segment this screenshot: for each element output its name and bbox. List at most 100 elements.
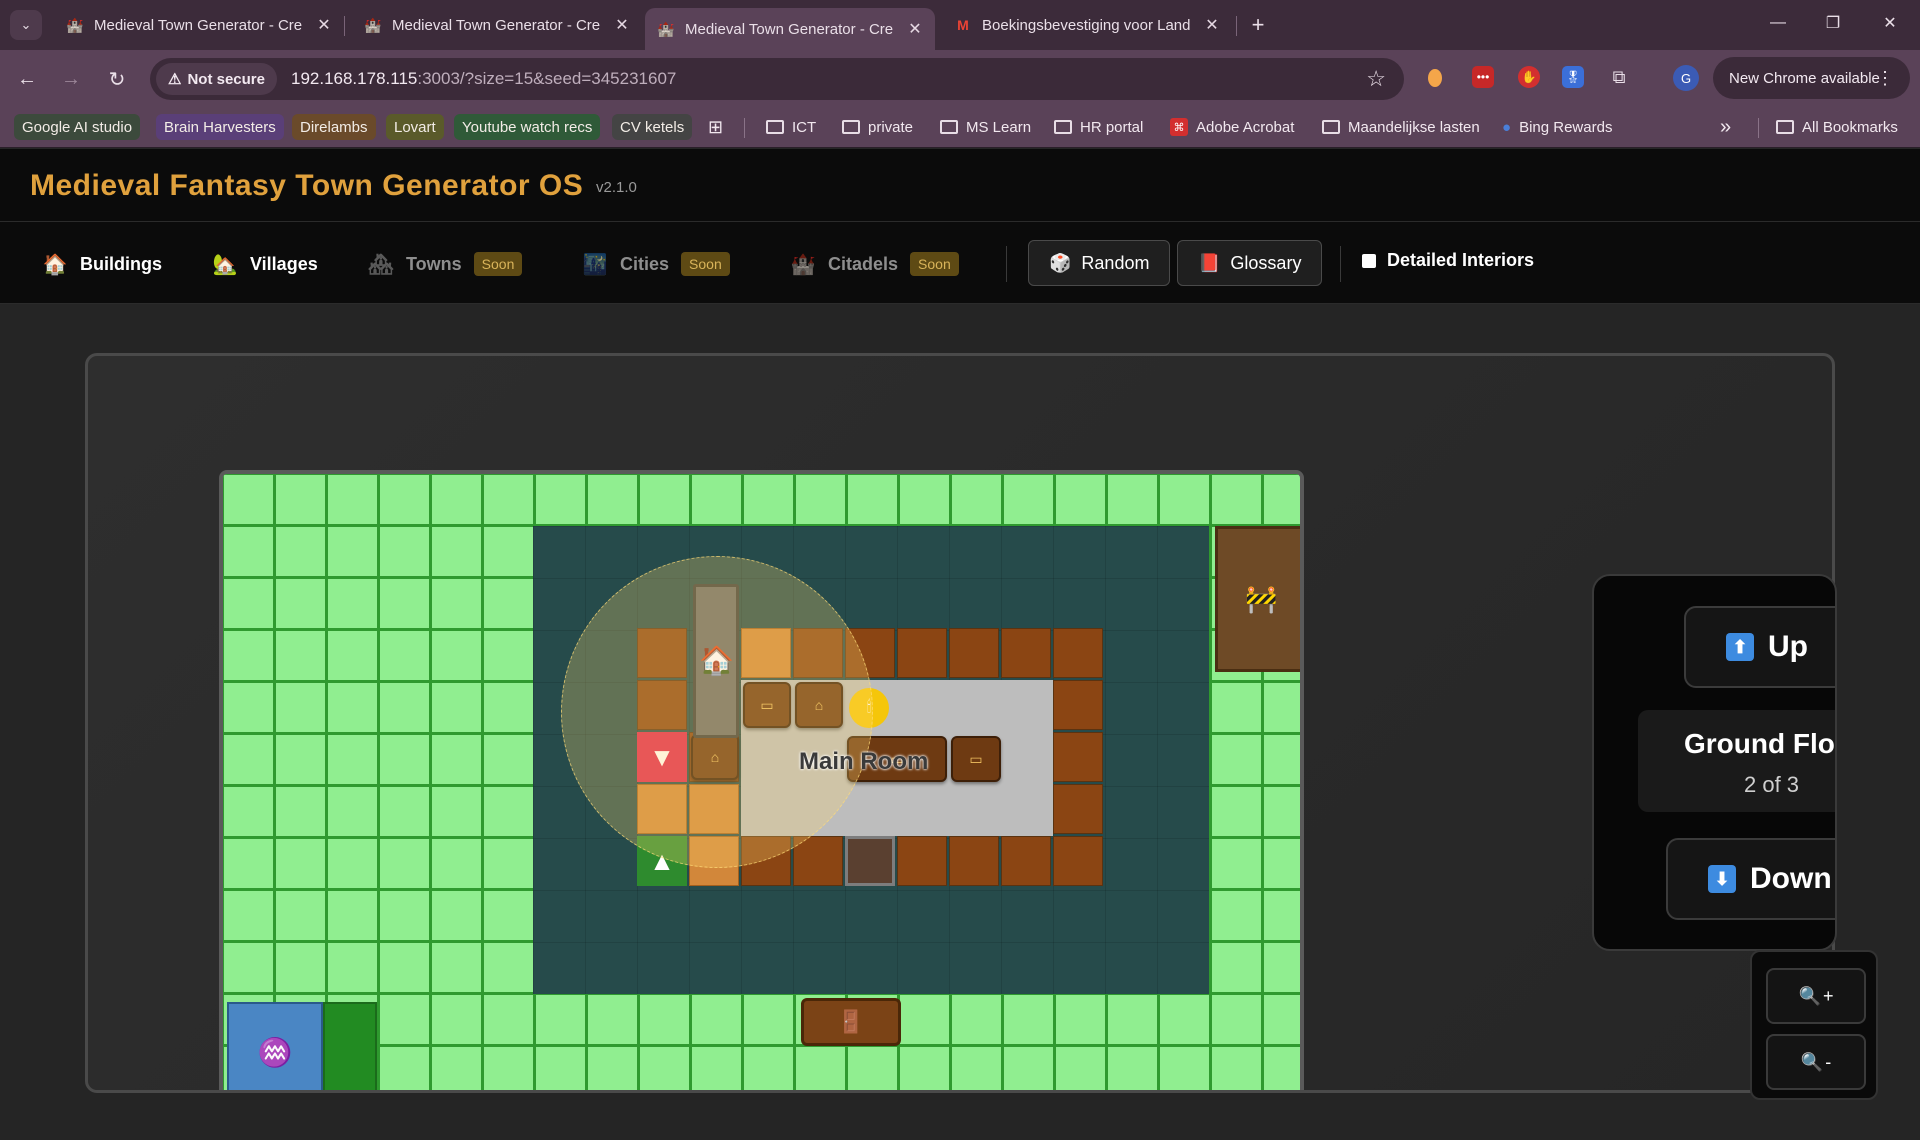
extensions-puzzle-icon[interactable]: ⧉ xyxy=(1608,66,1630,88)
nav-buildings[interactable]: 🏠 Buildings xyxy=(42,250,162,278)
new-chrome-available-button[interactable]: New Chrome available ⋮ xyxy=(1713,57,1910,99)
front-door[interactable]: 🚪 xyxy=(801,998,901,1046)
kebab-menu-icon[interactable]: ⋮ xyxy=(1876,68,1894,89)
reload-icon[interactable]: ↻ xyxy=(102,64,132,94)
detailed-interiors-checkbox[interactable] xyxy=(1362,254,1376,268)
bookmark-folder-maandelijkse-lasten[interactable]: Maandelijkse lasten xyxy=(1322,114,1480,140)
zoom-controls: 🔍 + 🔍 - xyxy=(1750,950,1878,1100)
browser-tab-3-active[interactable]: 🏰 Medieval Town Generator - Cre ✕ xyxy=(645,8,935,50)
up-arrow-icon: ⬆ xyxy=(1726,633,1754,661)
current-floor-info: Ground Flo 2 of 3 xyxy=(1638,710,1835,812)
nav-villages[interactable]: 🏡 Villages xyxy=(212,250,318,278)
detailed-interiors-label[interactable]: Detailed Interiors xyxy=(1387,250,1534,271)
floor-down-label: Down xyxy=(1750,862,1832,895)
close-window-icon[interactable]: ✕ xyxy=(1870,8,1910,38)
floor-name: Ground Flo xyxy=(1684,728,1835,759)
bookmark-folder-private[interactable]: private xyxy=(842,114,913,140)
zoom-out-button[interactable]: 🔍 - xyxy=(1766,1034,1866,1090)
house-icon: 🏠 xyxy=(42,253,68,276)
bookmark-direlambs[interactable]: Direlambs xyxy=(292,114,376,140)
apps-grid-icon[interactable]: ⊞ xyxy=(708,114,723,140)
close-tab-icon[interactable]: ✕ xyxy=(905,19,925,39)
garden-patch xyxy=(323,1002,377,1090)
tab-title: Medieval Town Generator - Cre xyxy=(685,20,894,38)
url-text[interactable]: 192.168.178.115:3003/?size=15&seed=34523… xyxy=(291,69,676,89)
pdf-icon: ⌘ xyxy=(1170,118,1188,136)
profile-avatar[interactable]: G xyxy=(1673,65,1699,91)
wall-tile xyxy=(1053,680,1103,730)
bookmark-cv-ketels[interactable]: CV ketels xyxy=(612,114,693,140)
bookmark-label: Maandelijkse lasten xyxy=(1348,118,1480,136)
more-bookmarks-chevron-icon[interactable]: » xyxy=(1720,114,1731,140)
random-label: Random xyxy=(1081,252,1150,273)
browser-tab-2[interactable]: 🏰 Medieval Town Generator - Cre ✕ xyxy=(352,8,642,42)
bookmark-star-icon[interactable]: ☆ xyxy=(1366,66,1386,92)
browser-tabstrip: ⌄ 🏰 Medieval Town Generator - Cre ✕ 🏰 Me… xyxy=(0,0,1920,50)
bookmark-folder-ms-learn[interactable]: MS Learn xyxy=(940,114,1031,140)
all-bookmarks-folder[interactable]: All Bookmarks xyxy=(1776,114,1898,140)
app-title: Medieval Fantasy Town Generator OS xyxy=(30,169,584,202)
floor-down-button[interactable]: ⬇ Down xyxy=(1666,838,1835,920)
nav-cities[interactable]: 🌃 Cities Soon xyxy=(582,250,730,278)
tab-search-button[interactable]: ⌄ xyxy=(10,10,42,40)
browser-tab-1[interactable]: 🏰 Medieval Town Generator - Cre ✕ xyxy=(54,8,344,42)
extension-orange-icon[interactable] xyxy=(1428,69,1442,87)
bookmark-folder-hr-portal[interactable]: HR portal xyxy=(1054,114,1143,140)
bookmark-lovart[interactable]: Lovart xyxy=(386,114,444,140)
wall-tile xyxy=(897,628,947,678)
glossary-button[interactable]: 📕 Glossary xyxy=(1177,240,1323,286)
nav-citadels[interactable]: 🏰 Citadels Soon xyxy=(790,250,959,278)
close-tab-icon[interactable]: ✕ xyxy=(314,15,334,35)
search-icon: ● xyxy=(1502,118,1512,136)
magnifier-icon: 🔍 xyxy=(1798,985,1821,1006)
book-icon: 📕 xyxy=(1198,252,1221,273)
building-map[interactable]: ▭ ⌂ ⌂ ▭ ▭ ▼ ▲ 🕯 🏠 Main Room 🚧 🚪 ♒ xyxy=(219,470,1304,1090)
house-marker-icon: 🏠 xyxy=(699,645,734,676)
door-icon: 🚪 xyxy=(837,1009,865,1034)
magnifier-icon: 🔍 xyxy=(1800,1051,1824,1072)
bookmark-bing-rewards[interactable]: ● Bing Rewards xyxy=(1502,114,1612,140)
restore-icon[interactable]: ❐ xyxy=(1813,8,1853,38)
extension-medal-icon[interactable]: 🎖 xyxy=(1562,66,1584,88)
random-button[interactable]: 🎲 Random xyxy=(1028,240,1171,286)
soon-badge: Soon xyxy=(473,252,523,276)
trapdoor[interactable] xyxy=(845,836,895,886)
zoom-in-button[interactable]: 🔍 + xyxy=(1766,968,1866,1024)
bookmark-folder-ict[interactable]: ICT xyxy=(766,114,816,140)
bookmark-youtube-watch-recs[interactable]: Youtube watch recs xyxy=(454,114,601,140)
site-info-chip[interactable]: ⚠ Not secure xyxy=(156,63,277,95)
barrier-icon: 🚧 xyxy=(1245,583,1278,614)
nav-label: Cities xyxy=(620,253,670,274)
folder-icon xyxy=(1322,120,1340,134)
wall-tile xyxy=(1053,628,1103,678)
glossary-label: Glossary xyxy=(1230,252,1302,273)
forward-arrow-icon[interactable]: → xyxy=(56,64,86,94)
bookmark-label: Bing Rewards xyxy=(1519,118,1613,136)
nav-divider xyxy=(1340,246,1341,282)
back-arrow-icon[interactable]: ← xyxy=(12,64,42,94)
extension-hand-icon[interactable]: ✋ xyxy=(1518,66,1540,88)
floor-up-button[interactable]: ⬆ Up xyxy=(1684,606,1835,688)
folder-icon xyxy=(1776,120,1794,134)
floor-count: 2 of 3 xyxy=(1744,772,1800,797)
wall-tile xyxy=(1053,732,1103,782)
minimize-icon[interactable]: — xyxy=(1758,8,1798,38)
close-tab-icon[interactable]: ✕ xyxy=(1202,15,1222,35)
bench-furniture[interactable]: ▭ xyxy=(951,736,1001,782)
extension-red-dots-icon[interactable]: ••• xyxy=(1472,66,1494,88)
map-canvas-panel[interactable]: ▭ ⌂ ⌂ ▭ ▭ ▼ ▲ 🕯 🏠 Main Room 🚧 🚪 ♒ xyxy=(85,353,1835,1093)
bookmark-google-ai-studio[interactable]: Google AI studio xyxy=(14,114,141,140)
browser-tab-4[interactable]: M Boekingsbevestiging voor Land ✕ xyxy=(942,8,1232,42)
construction-block[interactable]: 🚧 xyxy=(1215,526,1300,672)
bookmark-brain-harvesters[interactable]: Brain Harvesters xyxy=(156,114,284,140)
castle-icon: 🏰 xyxy=(790,253,816,276)
nav-towns[interactable]: 🏘 Towns Soon xyxy=(368,250,523,278)
new-tab-button[interactable]: + xyxy=(1243,10,1273,40)
water-well[interactable]: ♒ xyxy=(227,1002,323,1090)
bookmark-adobe-acrobat[interactable]: ⌘ Adobe Acrobat xyxy=(1170,114,1294,140)
close-tab-icon[interactable]: ✕ xyxy=(612,15,632,35)
soon-badge: Soon xyxy=(681,252,730,276)
tab-title: Medieval Town Generator - Cre xyxy=(392,16,601,34)
wall-tile xyxy=(897,836,947,886)
address-bar[interactable]: ⚠ Not secure 192.168.178.115:3003/?size=… xyxy=(150,58,1404,100)
